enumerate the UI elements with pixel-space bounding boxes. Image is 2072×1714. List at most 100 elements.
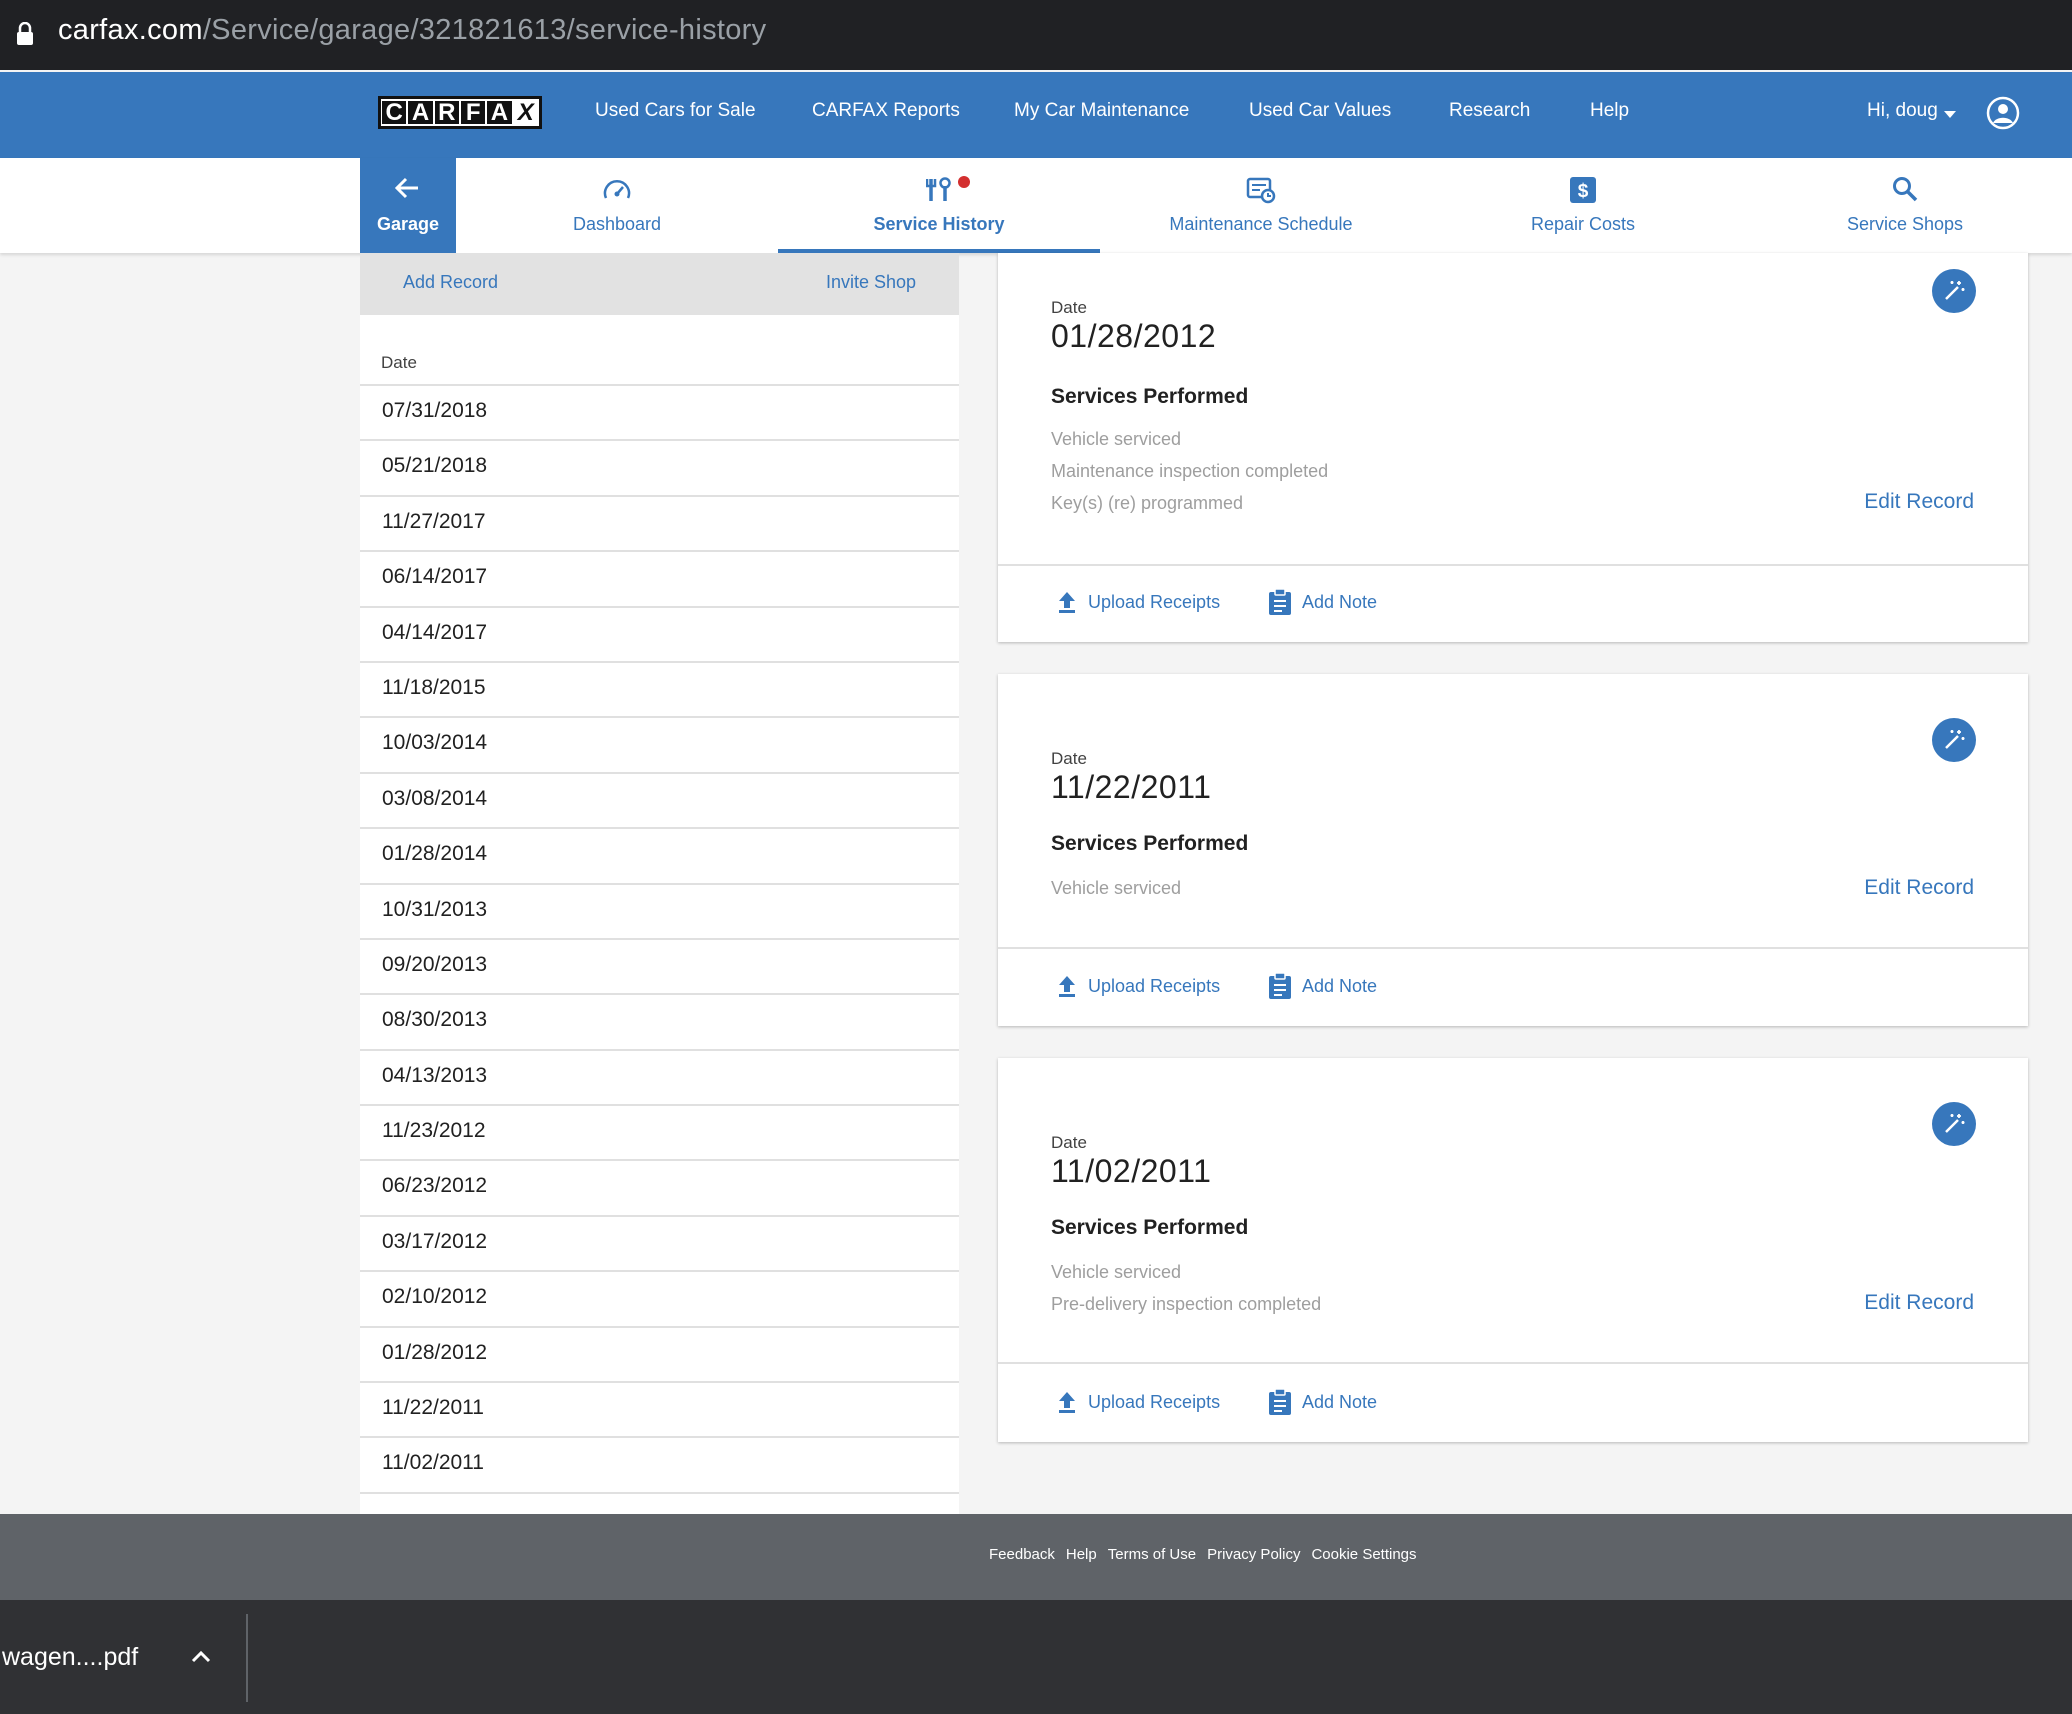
footer-link-cookies[interactable]: Cookie Settings [1311, 1546, 1416, 1563]
record-date-label: Date [1051, 1133, 1087, 1152]
tab-label: Dashboard [572, 214, 662, 234]
record-date: 11/02/2011 [1051, 1153, 1212, 1189]
record-date-label: Date [1051, 749, 1087, 768]
invite-shop-button[interactable]: Invite Shop [826, 272, 916, 293]
back-to-garage-button[interactable]: Garage [360, 158, 456, 253]
date-list-item[interactable]: 01/28/2014 [360, 827, 959, 882]
services-performed-heading: Services Performed [1051, 832, 1249, 855]
tab-repair-costs[interactable]: $ Repair Costs [1422, 158, 1744, 253]
edit-record-link[interactable]: Edit Record [1864, 1291, 1974, 1315]
service-item: Vehicle serviced [1051, 1262, 1182, 1282]
download-item[interactable]: wagen....pdf [2, 1643, 138, 1672]
footer-links: Feedback Help Terms of Use Privacy Polic… [989, 1546, 1417, 1563]
record-date: 01/28/2012 [1051, 318, 1217, 354]
tab-service-history[interactable]: Service History [778, 158, 1100, 253]
url-domain: carfax.com [58, 14, 203, 46]
chevron-down-icon[interactable] [1944, 111, 1956, 118]
date-list-item[interactable]: 05/21/2018 [360, 439, 959, 494]
date-list-item[interactable]: 03/08/2014 [360, 771, 959, 827]
url-field[interactable]: carfax.com/Service/garage/321821613/serv… [58, 14, 766, 47]
date-list-item[interactable]: 04/14/2017 [360, 605, 959, 661]
date-column-header: Date [381, 353, 417, 372]
download-bar [0, 1600, 2072, 1714]
nav-used-cars[interactable]: Used Cars for Sale [595, 100, 756, 122]
magic-wand-icon [1945, 1114, 1965, 1133]
add-note-label: Add Note [1302, 1391, 1378, 1412]
edit-magic-button[interactable] [1932, 718, 1976, 762]
magic-wand-icon [1945, 281, 1965, 300]
date-list-item[interactable]: 11/23/2012 [360, 1104, 959, 1159]
carfax-logo[interactable]: CARFAX [378, 96, 542, 129]
edit-record-link[interactable]: Edit Record [1864, 876, 1974, 900]
service-record-card: Date 01/28/2012 Services Performed Vehic… [998, 253, 2028, 642]
edit-magic-button[interactable] [1932, 1102, 1976, 1146]
date-list-item[interactable]: 04/13/2013 [360, 1048, 959, 1104]
upload-receipts-button[interactable]: Upload Receipts [1056, 1390, 1220, 1414]
date-list-item[interactable]: 11/22/2011 [360, 1381, 959, 1436]
download-bar-divider [246, 1614, 248, 1702]
svg-text:$: $ [1578, 181, 1589, 202]
date-list-item[interactable]: 01/28/2012 [360, 1325, 959, 1381]
tab-label: Service Shops [1846, 214, 1964, 234]
date-list-item[interactable]: 11/02/2011 [360, 1436, 959, 1491]
tab-label: Service History [873, 214, 1005, 234]
arrow-left-icon [394, 177, 418, 199]
date-list-item[interactable]: 10/31/2013 [360, 882, 959, 938]
dollar-icon: $ [1570, 177, 1596, 203]
date-list-item[interactable]: 10/03/2014 [360, 716, 959, 771]
service-item: Vehicle serviced [1051, 878, 1182, 898]
date-list-item[interactable]: 08/30/2013 [360, 993, 959, 1048]
browser-address-bar: carfax.com/Service/garage/321821613/serv… [0, 0, 2072, 70]
card-divider [998, 1362, 2028, 1364]
edit-record-link[interactable]: Edit Record [1864, 490, 1974, 514]
date-list-item[interactable]: 11/18/2015 [360, 660, 959, 716]
date-list-item[interactable]: 03/17/2012 [360, 1214, 959, 1270]
nav-my-car-maintenance[interactable]: My Car Maintenance [1014, 100, 1189, 122]
edit-magic-button[interactable] [1932, 269, 1976, 313]
upload-receipts-button[interactable]: Upload Receipts [1056, 974, 1220, 998]
service-item: Pre-delivery inspection completed [1051, 1294, 1322, 1314]
add-note-button[interactable]: Add Note [1268, 972, 1377, 1000]
tab-dashboard[interactable]: Dashboard [456, 158, 778, 253]
date-list-item[interactable]: 06/14/2017 [360, 550, 959, 605]
nav-help[interactable]: Help [1590, 100, 1629, 122]
upload-icon [1059, 1392, 1075, 1413]
date-list-item[interactable]: 11/27/2017 [360, 494, 959, 550]
notification-dot [958, 176, 970, 188]
add-note-button[interactable]: Add Note [1268, 1388, 1377, 1416]
upload-receipts-button[interactable]: Upload Receipts [1056, 590, 1220, 614]
date-list-item[interactable]: 06/23/2012 [360, 1159, 959, 1214]
tab-label: Repair Costs [1530, 214, 1636, 234]
date-list-item[interactable]: 02/10/2012 [360, 1270, 959, 1325]
magic-wand-icon [1945, 730, 1965, 749]
tab-maintenance-schedule[interactable]: Maintenance Schedule [1100, 158, 1422, 253]
date-list-item[interactable]: 07/31/2018 [360, 384, 959, 439]
footer-link-feedback[interactable]: Feedback [989, 1546, 1055, 1563]
footer-link-terms[interactable]: Terms of Use [1108, 1546, 1196, 1563]
card-divider [998, 947, 2028, 949]
service-date-list: 07/31/2018 05/21/2018 11/27/2017 06/14/2017… [360, 384, 959, 1547]
chevron-up-icon[interactable] [190, 1648, 212, 1664]
clipboard-icon [1269, 972, 1291, 999]
date-list-item[interactable]: 09/20/2013 [360, 937, 959, 993]
footer-link-privacy[interactable]: Privacy Policy [1207, 1546, 1300, 1563]
search-icon [1893, 177, 1918, 202]
service-item: Key(s) (re) programmed [1051, 493, 1244, 513]
service-record-card: Date 11/02/2011 Services Performed Vehic… [998, 1058, 2028, 1442]
footer-link-help[interactable]: Help [1066, 1546, 1097, 1563]
clipboard-icon [1269, 588, 1291, 615]
tab-service-shops[interactable]: Service Shops [1744, 158, 2066, 253]
service-item: Maintenance inspection completed [1051, 461, 1329, 481]
user-avatar-icon[interactable] [1986, 96, 2020, 130]
speedometer-icon [603, 180, 631, 199]
url-path: /Service/garage/321821613/service-histor… [202, 14, 767, 46]
tab-label: Maintenance Schedule [1169, 214, 1353, 234]
nav-carfax-reports[interactable]: CARFAX Reports [812, 100, 960, 122]
add-record-button[interactable]: Add Record [403, 272, 498, 293]
nav-research[interactable]: Research [1449, 100, 1530, 122]
add-note-button[interactable]: Add Note [1268, 588, 1377, 616]
schedule-icon [1246, 177, 1276, 204]
upload-icon [1059, 976, 1075, 997]
nav-used-car-values[interactable]: Used Car Values [1249, 100, 1391, 122]
user-menu[interactable]: Hi, doug [1867, 100, 1938, 122]
